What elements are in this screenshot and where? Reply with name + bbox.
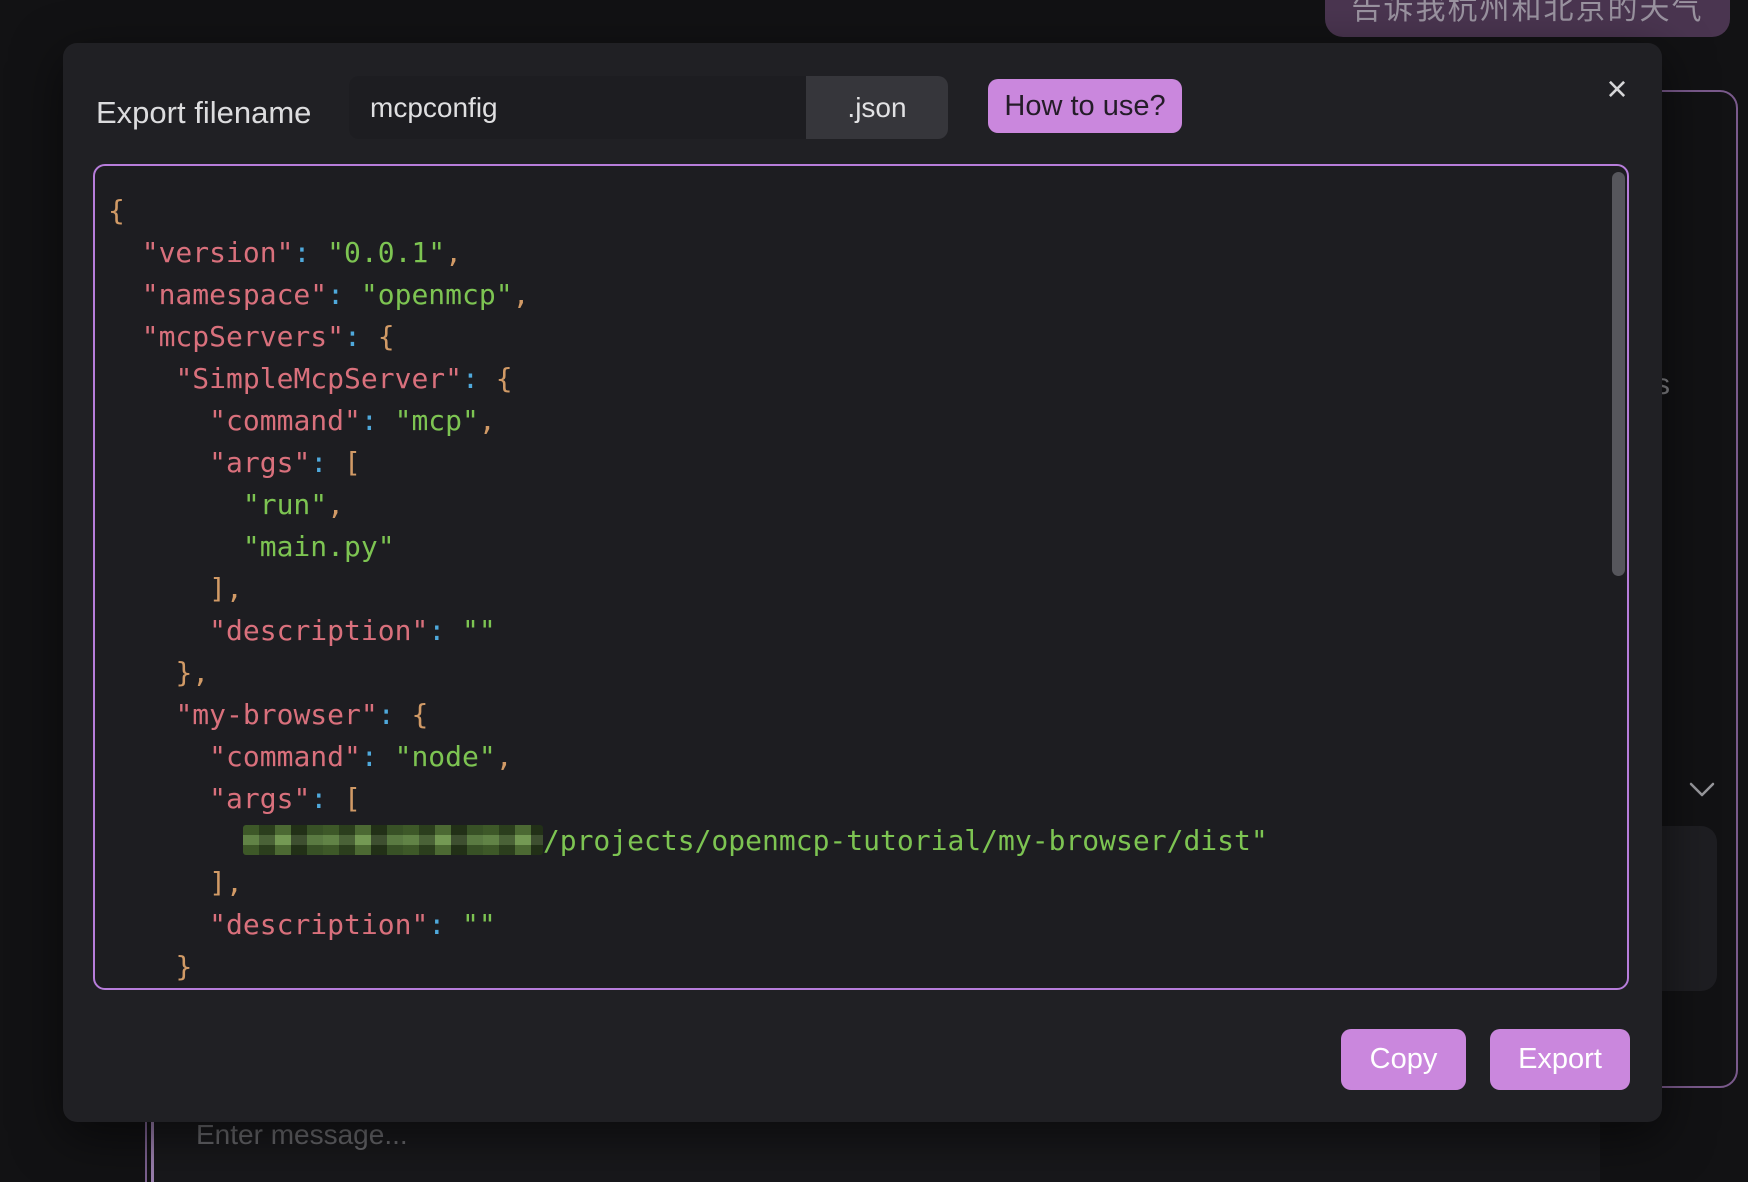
chat-message-text: 告诉我杭州和北京的天气: [1352, 0, 1704, 28]
input-border-line: [151, 1122, 154, 1182]
chevron-down-icon[interactable]: [1688, 780, 1716, 800]
redacted-path-blur: [243, 825, 543, 855]
message-input-placeholder[interactable]: Enter message...: [196, 1119, 408, 1151]
config-code-editor[interactable]: { "version": "0.0.1", "namespace": "open…: [93, 164, 1629, 990]
how-to-use-button[interactable]: How to use?: [988, 79, 1182, 133]
editor-scrollbar-thumb[interactable]: [1612, 172, 1625, 576]
filename-input-value[interactable]: mcpconfig: [370, 76, 498, 139]
copy-button[interactable]: Copy: [1341, 1029, 1466, 1090]
export-filename-label: Export filename: [96, 95, 311, 131]
chat-message-bubble: 告诉我杭州和北京的天气: [1325, 0, 1730, 37]
filename-extension-suffix: .json: [806, 76, 948, 139]
config-code-content[interactable]: { "version": "0.0.1", "namespace": "open…: [108, 190, 1268, 988]
close-icon[interactable]: ×: [1595, 67, 1639, 111]
export-dialog: Export filename mcpconfig .json How to u…: [63, 43, 1662, 1122]
export-button[interactable]: Export: [1490, 1029, 1630, 1090]
filename-input[interactable]: mcpconfig .json: [349, 76, 948, 139]
input-border-line: [145, 1122, 147, 1182]
